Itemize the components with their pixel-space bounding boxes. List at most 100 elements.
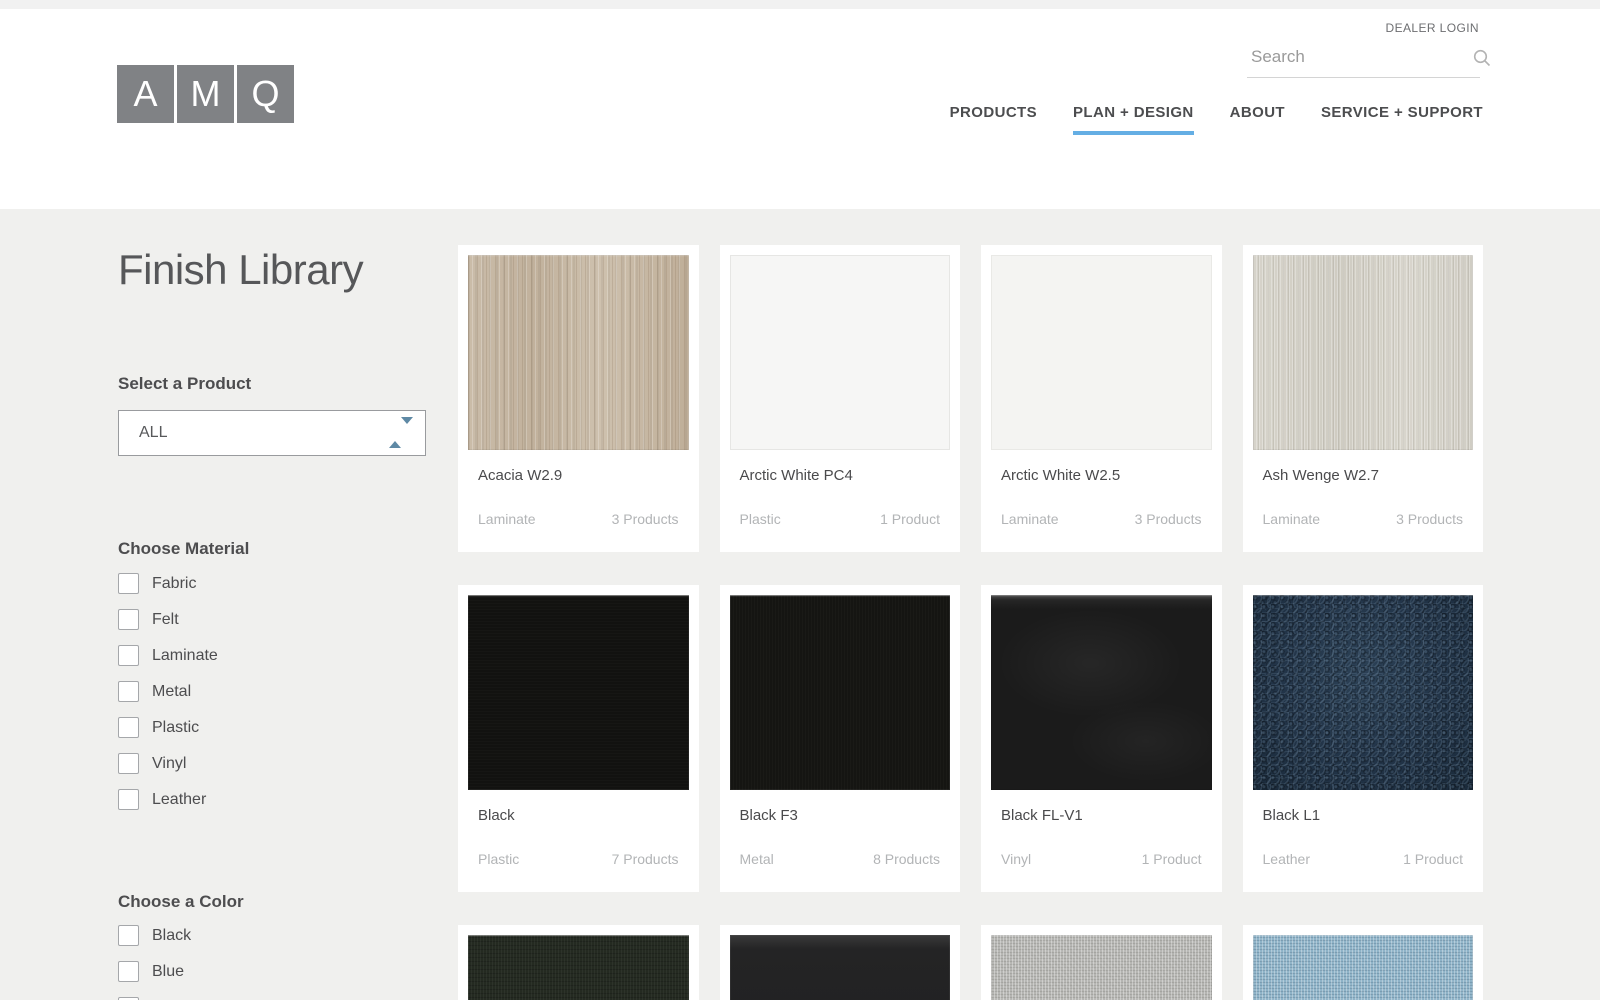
finish-meta-row: Plastic 7 Products (478, 851, 679, 867)
product-select[interactable]: ALL (118, 410, 426, 456)
finish-count: 3 Products (1134, 511, 1202, 527)
finish-meta-row: Laminate 3 Products (1001, 511, 1202, 527)
logo-letter-q: Q (237, 65, 294, 123)
nav-item-service-support[interactable]: SERVICE + SUPPORT (1321, 104, 1483, 135)
finish-swatch-image (991, 255, 1212, 450)
main-nav: PRODUCTS PLAN + DESIGN ABOUT SERVICE + S… (950, 104, 1483, 135)
finish-swatch-image (1252, 935, 1473, 1000)
dealer-login-link[interactable]: DEALER LOGIN (1386, 21, 1480, 35)
finish-name: Black (478, 807, 515, 824)
filter-sidebar: Finish Library Select a Product ALL Choo… (118, 209, 426, 1000)
finish-count: 1 Product (880, 511, 940, 527)
finish-meta-row: Vinyl 1 Product (1001, 851, 1202, 867)
finish-material: Laminate (1001, 511, 1059, 527)
color-checkbox-black[interactable] (118, 925, 139, 946)
material-checkbox-felt[interactable] (118, 609, 139, 630)
material-label-laminate: Laminate (152, 647, 218, 664)
color-checkbox-blue[interactable] (118, 961, 139, 982)
finish-card-partial-1[interactable] (458, 925, 699, 1000)
choose-color-label: Choose a Color (118, 892, 244, 911)
material-label-vinyl: Vinyl (152, 755, 187, 772)
top-strip (0, 0, 1600, 9)
finish-swatch-image (991, 595, 1212, 790)
finish-card-partial-3[interactable] (981, 925, 1222, 1000)
color-item-blue[interactable]: Blue (118, 961, 426, 997)
material-checkbox-plastic[interactable] (118, 717, 139, 738)
finish-name: Arctic White W2.5 (1001, 467, 1121, 484)
finish-material: Vinyl (1001, 851, 1032, 867)
finish-count: 1 Product (1141, 851, 1202, 867)
material-item-laminate[interactable]: Laminate (118, 645, 426, 681)
material-item-metal[interactable]: Metal (118, 681, 426, 717)
finish-meta-row: Laminate 3 Products (1263, 511, 1464, 527)
logo-letter-m: M (177, 65, 234, 123)
finish-swatch-image (468, 255, 689, 450)
material-item-plastic[interactable]: Plastic (118, 717, 426, 753)
finish-count: 7 Products (611, 851, 679, 867)
finish-swatch-image (729, 595, 950, 790)
color-label-black: Black (152, 927, 192, 944)
finish-card-black-fl-v1[interactable]: Black FL-V1 Vinyl 1 Product (981, 585, 1222, 892)
select-stepper-icon (389, 417, 413, 448)
finish-card-black-f3[interactable]: Black F3 Metal 8 Products (719, 585, 960, 892)
finish-name: Black FL-V1 (1001, 807, 1083, 824)
finish-material: Laminate (478, 511, 536, 527)
color-item-black[interactable]: Black (118, 925, 426, 961)
site-header: A M Q DEALER LOGIN PRODUCTS PLAN + DESIG… (0, 9, 1600, 209)
finish-card-ash-wenge[interactable]: Ash Wenge W2.7 Laminate 3 Products (1242, 245, 1483, 552)
search-input[interactable] (1247, 46, 1472, 71)
material-item-vinyl[interactable]: Vinyl (118, 753, 426, 789)
material-item-felt[interactable]: Felt (118, 609, 426, 645)
finish-count: 8 Products (873, 851, 940, 867)
finish-name: Acacia W2.9 (478, 467, 563, 484)
finish-card-black[interactable]: Black Plastic 7 Products (458, 585, 699, 892)
material-item-leather[interactable]: Leather (118, 789, 426, 825)
finish-count: 3 Products (611, 511, 679, 527)
color-filter-list: Black Blue (118, 925, 426, 1000)
material-label-felt: Felt (152, 611, 179, 628)
finish-swatch-image (1252, 595, 1473, 790)
material-checkbox-laminate[interactable] (118, 645, 139, 666)
finish-swatch-image (468, 595, 689, 790)
page-title: Finish Library (118, 246, 364, 293)
finish-meta-row: Laminate 3 Products (478, 511, 679, 527)
finish-material: Laminate (1262, 511, 1321, 527)
material-checkbox-leather[interactable] (118, 789, 139, 810)
select-product-label: Select a Product (118, 374, 252, 393)
finish-name: Arctic White PC4 (739, 467, 853, 484)
material-label-fabric: Fabric (152, 575, 197, 592)
finish-swatch-image (991, 935, 1212, 1000)
nav-item-about[interactable]: ABOUT (1230, 104, 1285, 135)
color-label-blue: Blue (152, 963, 185, 980)
finish-card-partial-4[interactable] (1242, 925, 1483, 1000)
finish-swatch-image (1252, 255, 1473, 450)
material-checkbox-fabric[interactable] (118, 573, 139, 594)
material-checkbox-vinyl[interactable] (118, 753, 139, 774)
material-label-plastic: Plastic (152, 719, 200, 736)
finish-meta-row: Leather 1 Product (1263, 851, 1464, 867)
nav-item-plan-design[interactable]: PLAN + DESIGN (1073, 104, 1194, 135)
finish-card-partial-2[interactable] (719, 925, 960, 1000)
finish-card-acacia[interactable]: Acacia W2.9 Laminate 3 Products (458, 245, 699, 552)
finish-count: 1 Product (1403, 851, 1463, 867)
finish-count: 3 Products (1396, 511, 1463, 527)
finish-meta-row: Plastic 1 Product (740, 511, 941, 527)
finish-card-arctic-white-pc4[interactable]: Arctic White PC4 Plastic 1 Product (719, 245, 960, 552)
finish-material: Metal (739, 851, 774, 867)
material-item-fabric[interactable]: Fabric (118, 573, 426, 609)
finish-name: Black F3 (739, 807, 798, 824)
finish-name: Ash Wenge W2.7 (1262, 467, 1379, 484)
finish-swatch-image (729, 255, 950, 450)
finish-name: Black L1 (1262, 807, 1321, 824)
material-checkbox-metal[interactable] (118, 681, 139, 702)
nav-item-products[interactable]: PRODUCTS (950, 104, 1037, 135)
amq-logo[interactable]: A M Q (117, 65, 294, 123)
logo-letter-a: A (117, 65, 174, 123)
finish-material: Plastic (739, 511, 781, 527)
choose-material-label: Choose Material (118, 539, 250, 558)
finish-grid: Acacia W2.9 Laminate 3 Products Arctic W… (458, 245, 1483, 1000)
finish-card-black-l1[interactable]: Black L1 Leather 1 Product (1242, 585, 1483, 892)
material-filter-list: Fabric Felt Laminate Metal Plastic Vinyl… (118, 573, 426, 825)
search-icon[interactable] (1472, 48, 1492, 68)
finish-card-arctic-white-w25[interactable]: Arctic White W2.5 Laminate 3 Products (981, 245, 1222, 552)
